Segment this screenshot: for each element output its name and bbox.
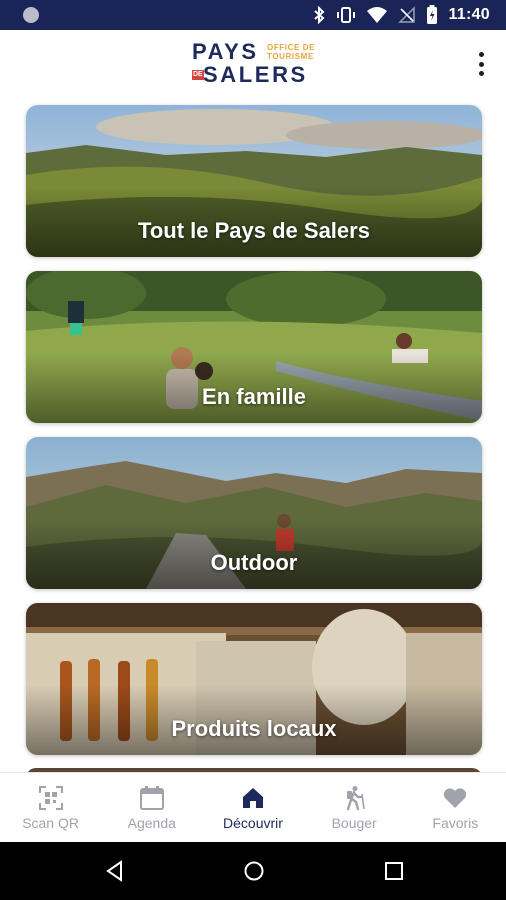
logo-line2: SALERS <box>203 62 308 87</box>
status-bar: 11:40 <box>0 0 506 30</box>
card-en-famille[interactable]: En famille <box>26 271 482 423</box>
more-vert-icon[interactable] <box>476 52 486 76</box>
nav-label: Bouger <box>331 815 377 831</box>
notification-dot-icon <box>23 7 39 23</box>
wifi-icon <box>367 7 388 23</box>
card-tout-le-pays[interactable]: Tout le Pays de Salers <box>26 105 482 257</box>
bottom-nav: Scan QR Agenda Découvrir Bouger Favoris <box>0 772 506 842</box>
card-label: Produits locaux <box>171 716 337 741</box>
logo-sub1: OFFICE DE <box>267 43 316 52</box>
home-icon <box>242 788 263 808</box>
nav-label: Favoris <box>432 815 479 831</box>
nav-scan-qr[interactable]: Scan QR <box>0 773 101 843</box>
nav-bouger[interactable]: Bouger <box>304 773 405 843</box>
recents-icon[interactable] <box>383 860 405 882</box>
no-signal-icon <box>398 6 416 23</box>
status-icons: 11:40 <box>312 0 490 30</box>
calendar-icon <box>139 786 164 810</box>
system-nav-bar <box>0 842 506 900</box>
logo-sub2: TOURISME <box>267 52 314 61</box>
nav-favoris[interactable]: Favoris <box>405 773 506 843</box>
qr-scan-icon <box>38 786 63 810</box>
card-produits-locaux[interactable]: Produits locaux <box>26 603 482 755</box>
nav-label: Agenda <box>127 815 176 831</box>
logo-de: DE <box>192 70 204 80</box>
bluetooth-icon <box>314 6 325 24</box>
app-bar: PAYS DE SALERS OFFICE DE TOURISME <box>0 30 506 98</box>
pays-de-salers-logo: PAYS DE SALERS OFFICE DE TOURISME <box>192 41 322 89</box>
back-icon[interactable] <box>104 860 126 882</box>
hiker-icon <box>346 786 365 811</box>
heart-icon <box>444 788 467 808</box>
home-circle-icon[interactable] <box>243 860 265 882</box>
card-label: En famille <box>202 384 306 409</box>
nav-label: Scan QR <box>22 815 79 831</box>
battery-icon <box>427 5 438 24</box>
logo-line1: PAYS <box>192 39 259 64</box>
vibrate-icon <box>337 7 356 23</box>
card-label: Tout le Pays de Salers <box>138 218 370 243</box>
nav-decouvrir[interactable]: Découvrir <box>202 773 303 843</box>
nav-agenda[interactable]: Agenda <box>101 773 202 843</box>
status-time: 11:40 <box>448 6 490 23</box>
card-outdoor[interactable]: Outdoor <box>26 437 482 589</box>
nav-label: Découvrir <box>223 815 283 831</box>
card-label: Outdoor <box>210 550 298 575</box>
